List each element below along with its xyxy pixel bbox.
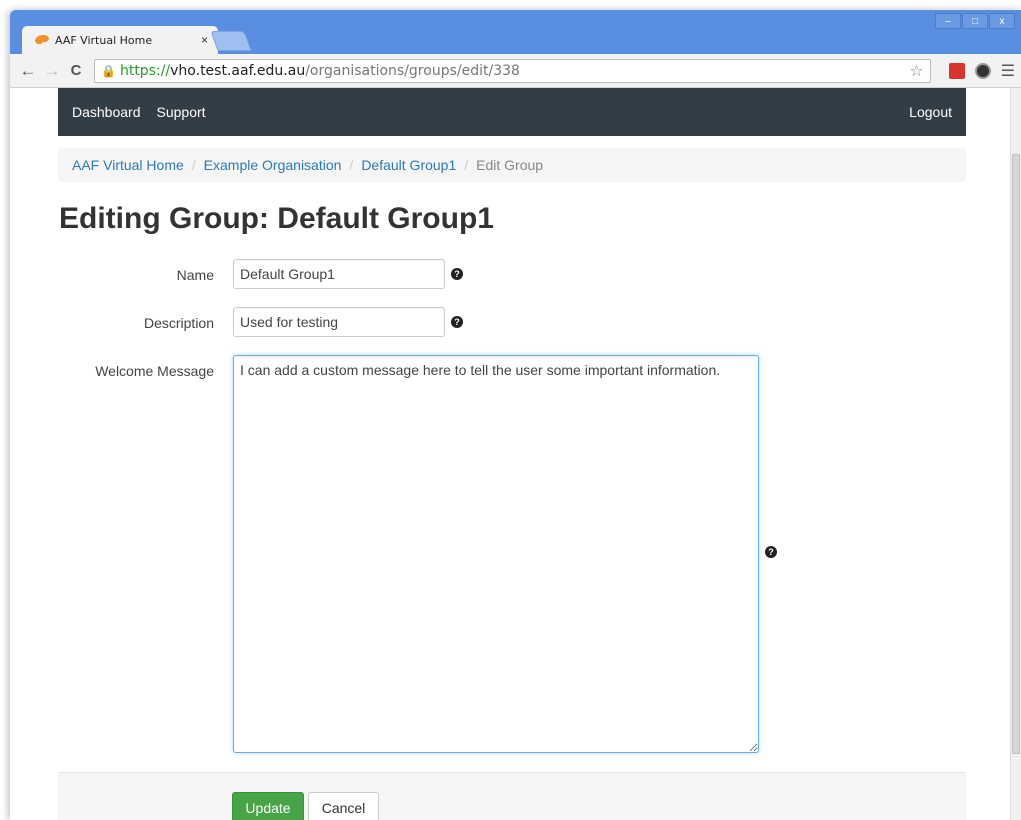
url-host: vho.test.aaf.edu.au <box>170 62 306 79</box>
address-bar[interactable]: 🔒 https:// vho.test.aaf.edu.au /organisa… <box>94 58 931 83</box>
welcome-message-label: Welcome Message <box>95 363 214 379</box>
arrow-right-icon[interactable]: → <box>40 61 64 81</box>
window-controls: ‒ □ x <box>935 13 1015 29</box>
browser-toolbar: ← → C 🔒 https:// vho.test.aaf.edu.au /or… <box>10 54 1021 88</box>
tab-close-icon[interactable]: × <box>201 33 208 47</box>
vertical-scrollbar[interactable] <box>1010 88 1021 820</box>
help-icon[interactable]: ? <box>765 546 777 558</box>
description-row: Description ? <box>58 307 463 337</box>
description-label: Description <box>143 315 214 331</box>
scrollbar-thumb[interactable] <box>1012 154 1020 754</box>
name-row: Name ? <box>58 259 463 289</box>
tab-title: AAF Virtual Home <box>55 33 153 47</box>
favicon-icon <box>35 35 49 45</box>
description-input[interactable] <box>233 307 445 337</box>
hamburger-menu-icon[interactable]: ☰ <box>1001 61 1015 81</box>
page-title: Editing Group: Default Group1 <box>59 202 494 235</box>
star-icon[interactable]: ☆ <box>909 61 923 80</box>
breadcrumb-separator: / <box>464 157 469 173</box>
maximize-icon[interactable]: □ <box>962 13 988 29</box>
form-actions: Update Cancel <box>58 772 966 820</box>
reload-icon[interactable]: C <box>64 62 88 79</box>
window-close-icon[interactable]: x <box>989 13 1015 29</box>
breadcrumb-organisation[interactable]: Example Organisation <box>204 157 342 173</box>
help-icon[interactable]: ? <box>451 268 463 280</box>
browser-window: AAF Virtual Home × ‒ □ x ← → C 🔒 https:/… <box>10 10 1021 820</box>
nav-support[interactable]: Support <box>157 104 206 120</box>
new-tab-button[interactable] <box>210 31 252 51</box>
breadcrumb-separator: / <box>349 157 354 173</box>
browser-tab[interactable]: AAF Virtual Home × <box>22 26 218 54</box>
name-input[interactable] <box>233 259 445 289</box>
url-path: /organisations/groups/edit/338 <box>305 62 520 79</box>
url-scheme: https:// <box>119 62 171 79</box>
name-label: Name <box>176 267 214 283</box>
cancel-button[interactable]: Cancel <box>308 792 379 820</box>
breadcrumb-home[interactable]: AAF Virtual Home <box>72 157 184 173</box>
update-button[interactable]: Update <box>232 792 304 820</box>
logout-link[interactable]: Logout <box>909 104 952 120</box>
welcome-message-row: Welcome Message I can add a custom messa… <box>58 355 777 753</box>
minimize-icon[interactable]: ‒ <box>935 13 961 29</box>
top-navbar: Dashboard Support Logout <box>58 88 966 136</box>
titlebar: AAF Virtual Home × ‒ □ x <box>10 10 1021 54</box>
breadcrumb-active: Edit Group <box>476 157 544 173</box>
nav-dashboard[interactable]: Dashboard <box>72 104 141 120</box>
breadcrumb-separator: / <box>191 157 196 173</box>
breadcrumb: AAF Virtual Home / Example Organisation … <box>58 148 966 182</box>
extension-icon[interactable] <box>974 62 991 79</box>
welcome-message-textarea[interactable]: I can add a custom message here to tell … <box>233 355 759 753</box>
help-icon[interactable]: ? <box>451 316 463 328</box>
bookmark-extension-icon[interactable] <box>948 62 965 79</box>
lock-icon: 🔒 <box>101 63 116 78</box>
page-viewport: Dashboard Support Logout AAF Virtual Hom… <box>10 88 1010 820</box>
breadcrumb-group[interactable]: Default Group1 <box>361 157 456 173</box>
arrow-left-icon[interactable]: ← <box>16 61 40 81</box>
